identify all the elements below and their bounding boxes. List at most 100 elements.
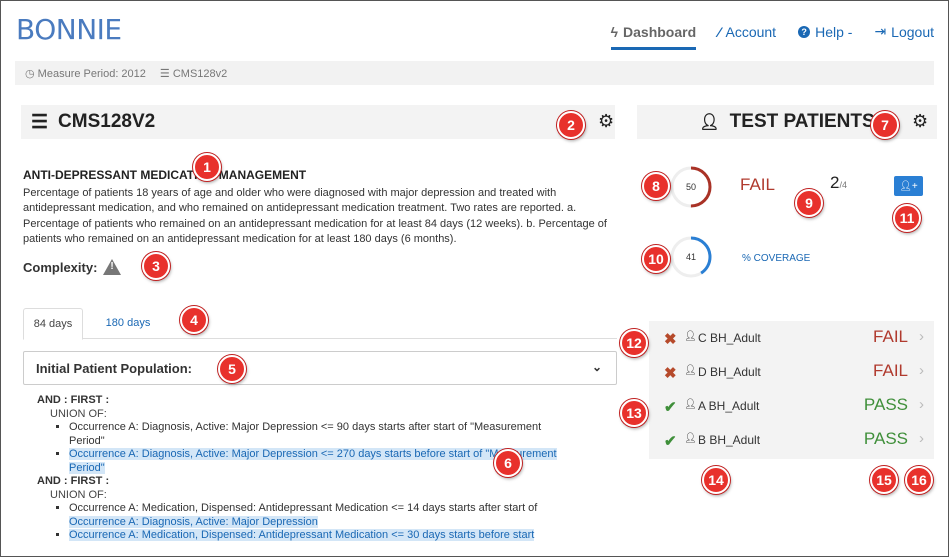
complexity: Complexity: !: [23, 259, 122, 275]
breadcrumb-measure[interactable]: ☰ CMS128v2: [160, 67, 227, 80]
chevron-right-icon: ›: [919, 328, 924, 345]
lightning-icon: ϟ: [610, 23, 619, 40]
measure-settings-gear-icon[interactable]: ⚙: [598, 111, 614, 132]
period-tabs: 84 days 180 days: [23, 308, 617, 340]
chevron-down-icon: ⌄: [591, 360, 602, 374]
nav-dashboard-label: Dashboard: [623, 23, 697, 40]
clock-icon: ◷: [25, 67, 35, 80]
measure-header: CMS128V2: [58, 111, 156, 132]
fail-donut-value: 50: [685, 182, 696, 192]
patient-row[interactable]: ✖ 👤︎ D BH_Adult FAIL ›: [649, 355, 934, 389]
patient-status: PASS: [863, 429, 908, 448]
patient-list: ✖ 👤︎ C BH_Adult FAIL › ✖ 👤︎ D BH_Adult F…: [649, 321, 934, 459]
measure-description: Percentage of patients 18 years of age a…: [23, 187, 607, 245]
coverage-donut: 41: [669, 235, 713, 279]
fail-x-icon: ✖: [664, 365, 677, 382]
patient-name: B BH_Adult: [698, 433, 761, 447]
fail-donut: 50: [669, 165, 713, 209]
fail-x-icon: ✖: [664, 331, 677, 348]
patient-row[interactable]: ✔ 👤︎ A BH_Adult PASS ›: [649, 389, 934, 423]
coverage-donut-value: 41: [685, 252, 696, 262]
pass-check-icon: ✔: [664, 433, 677, 450]
callout-14: 14: [702, 466, 730, 494]
logic-item-text: Occurrence A: Medication, Dispensed: Ant…: [69, 502, 538, 514]
fail-label: FAIL: [740, 175, 775, 194]
add-patient-label: +: [911, 180, 918, 192]
warning-icon[interactable]: !: [103, 259, 122, 275]
chevron-right-icon: ›: [919, 430, 924, 447]
callout-15: 15: [870, 466, 898, 494]
callout-8: 8: [642, 172, 670, 200]
test-patients-title: TEST PATIENTS: [729, 111, 875, 132]
logic-item-highlighted: Occurrence A: Diagnosis, Active: Major D…: [69, 515, 318, 528]
fail-count: 2/4: [830, 173, 847, 193]
patient-status: FAIL: [873, 361, 908, 380]
list-icon: ☰: [159, 67, 170, 80]
magic-wand-icon: ⁄: [718, 23, 721, 40]
breadcrumb: ◷ Measure Period: 2012 ☰ CMS128v2: [15, 61, 934, 85]
callout-3: 3: [142, 252, 170, 280]
logic-union: UNION OF:: [50, 488, 107, 501]
patient-status: PASS: [863, 395, 908, 414]
callout-12: 12: [620, 329, 648, 357]
breadcrumb-measure-label: CMS128v2: [172, 67, 228, 80]
top-nav: ϟ Dashboard ⁄ Account ? Help - ⇥ Logout: [610, 23, 934, 50]
breadcrumb-period-label: Measure Period: 2012: [37, 67, 146, 80]
patients-settings-gear-icon[interactable]: ⚙: [912, 111, 928, 132]
callout-1: 1: [193, 153, 221, 181]
user-icon: 👤︎: [684, 399, 697, 410]
user-icon: 👤︎: [899, 180, 912, 192]
callout-16: 16: [905, 466, 933, 494]
fail-count-total: /4: [839, 180, 847, 190]
tab-180-days[interactable]: 180 days: [93, 308, 163, 338]
logic-item[interactable]: Occurrence A: Medication, Dispensed: Ant…: [69, 529, 577, 543]
app-frame: BONNIE ϟ Dashboard ⁄ Account ? Help - ⇥ …: [0, 0, 949, 557]
callout-13: 13: [620, 399, 648, 427]
add-patient-button[interactable]: 👤︎ +: [894, 176, 923, 196]
complexity-label: Complexity:: [23, 259, 98, 275]
patient-name: D BH_Adult: [698, 365, 761, 379]
logout-icon: ⇥: [874, 23, 887, 39]
nav-dashboard[interactable]: ϟ Dashboard: [610, 23, 697, 50]
nav-account[interactable]: ⁄ Account: [718, 23, 776, 40]
callout-5: 5: [218, 355, 246, 383]
logic-item-highlighted: Occurrence A: Diagnosis, Active: Major D…: [69, 448, 557, 474]
population-dropdown[interactable]: Initial Patient Population: ⌄: [23, 351, 617, 385]
logic-and: AND : FIRST :: [37, 394, 110, 406]
coverage-link[interactable]: % COVERAGE: [742, 253, 810, 264]
nav-account-label: Account: [725, 23, 777, 40]
nav-help[interactable]: ? Help -: [798, 23, 852, 40]
patient-row[interactable]: ✔ 👤︎ B BH_Adult PASS ›: [649, 423, 934, 457]
chevron-right-icon: ›: [919, 362, 924, 379]
callout-9: 9: [795, 189, 823, 217]
callout-2: 2: [557, 111, 585, 139]
population-dropdown-label: Initial Patient Population:: [36, 360, 192, 376]
logic-item-highlighted: Occurrence A: Medication, Dispensed: Ant…: [69, 529, 535, 541]
callout-11: 11: [893, 204, 921, 232]
patient-name: C BH_Adult: [698, 331, 761, 345]
user-icon: 👤︎: [699, 114, 720, 131]
list-icon: ☰: [31, 111, 49, 133]
tab-84-days[interactable]: 84 days: [23, 308, 83, 340]
user-icon: 👤︎: [684, 433, 697, 444]
question-circle-icon: ?: [798, 25, 811, 38]
callout-6: 6: [494, 449, 522, 477]
nav-help-label: Help -: [815, 23, 853, 40]
user-icon: 👤︎: [684, 331, 697, 342]
measure-panel-header: ☰ CMS128V2: [21, 105, 615, 139]
logic-union: UNION OF:: [50, 407, 107, 420]
nav-logout-label: Logout: [891, 23, 934, 40]
chevron-right-icon: ›: [919, 396, 924, 413]
logic-item[interactable]: Occurrence A: Diagnosis, Active: Major D…: [69, 421, 577, 448]
brand-logo[interactable]: BONNIE: [16, 13, 122, 46]
logic-item[interactable]: Occurrence A: Medication, Dispensed: Ant…: [69, 502, 577, 529]
logic-list: Occurrence A: Medication, Dispensed: Ant…: [37, 502, 577, 543]
patient-row[interactable]: ✖ 👤︎ C BH_Adult FAIL ›: [649, 321, 934, 355]
callout-7: 7: [871, 111, 899, 139]
callout-4: 4: [180, 306, 208, 334]
callout-10: 10: [642, 245, 670, 273]
user-icon: 👤︎: [684, 365, 697, 376]
nav-logout[interactable]: ⇥ Logout: [874, 23, 934, 40]
breadcrumb-period: ◷ Measure Period: 2012: [25, 67, 146, 80]
pass-check-icon: ✔: [664, 399, 677, 416]
